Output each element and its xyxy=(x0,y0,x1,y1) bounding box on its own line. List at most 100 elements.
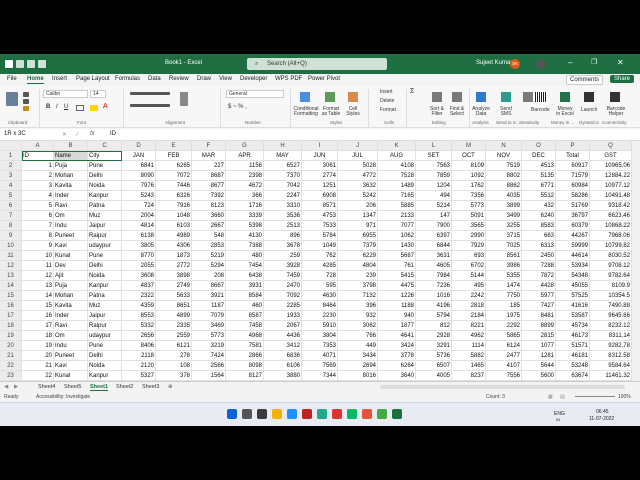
table-cell[interactable]: 766 xyxy=(338,331,378,341)
table-cell[interactable]: 4753 xyxy=(302,211,338,221)
table-cell[interactable]: 16 xyxy=(22,311,54,321)
column-header-G[interactable]: G xyxy=(226,141,264,151)
find-select-button[interactable]: Find & Select xyxy=(447,107,467,117)
tab-draw[interactable]: Draw xyxy=(197,76,211,82)
table-cell[interactable]: 53587 xyxy=(556,311,590,321)
column-header-Q[interactable]: Q xyxy=(590,141,632,151)
table-cell[interactable]: 8583 xyxy=(522,221,556,231)
table-cell[interactable]: Pune xyxy=(88,251,122,261)
table-cell[interactable]: 9282.78 xyxy=(590,341,632,351)
table-cell[interactable]: 2990 xyxy=(452,231,486,241)
column-header-H[interactable]: H xyxy=(264,141,302,151)
table-cell[interactable]: Inder xyxy=(54,191,88,201)
table-cell[interactable]: 2566 xyxy=(192,361,226,371)
table-cell[interactable]: 4359 xyxy=(122,301,156,311)
table-cell[interactable]: 13 xyxy=(22,281,54,291)
row-header[interactable]: 16 xyxy=(0,301,22,311)
table-cell[interactable]: 5885 xyxy=(378,201,416,211)
tab-view[interactable]: View xyxy=(219,76,232,82)
table-cell[interactable]: 3715 xyxy=(486,231,522,241)
table-cell[interactable]: Raipur xyxy=(88,321,122,331)
table-cell[interactable]: 8406 xyxy=(122,341,156,351)
table-cell[interactable]: 7427 xyxy=(522,301,556,311)
table-cell[interactable]: 6264 xyxy=(378,361,416,371)
table-cell[interactable]: 3921 xyxy=(192,291,226,301)
table-cell[interactable]: Ajit xyxy=(54,271,88,281)
table-cell[interactable]: 10965.06 xyxy=(590,161,632,171)
table-cell[interactable]: 1877 xyxy=(378,321,416,331)
format-painter-icon[interactable] xyxy=(23,106,29,111)
table-cell[interactable]: Delhi xyxy=(88,351,122,361)
table-cell[interactable]: 5773 xyxy=(452,201,486,211)
table-cell[interactable]: 971 xyxy=(338,221,378,231)
table-cell[interactable]: 36797 xyxy=(556,211,590,221)
edge-icon[interactable] xyxy=(287,409,297,419)
barcode-helper-icon[interactable] xyxy=(610,92,620,102)
header-cell-J[interactable]: JUL xyxy=(338,151,378,161)
table-cell[interactable]: 8899 xyxy=(522,321,556,331)
store-icon[interactable] xyxy=(347,409,357,419)
table-cell[interactable]: 4071 xyxy=(302,351,338,361)
tab-data[interactable]: Data xyxy=(148,76,161,82)
table-cell[interactable]: 3986 xyxy=(486,261,522,271)
cancel-icon[interactable]: ✕ xyxy=(62,131,67,138)
table-cell[interactable]: 5398 xyxy=(226,221,264,231)
table-cell[interactable]: 4306 xyxy=(156,241,192,251)
table-cell[interactable]: 4005 xyxy=(416,371,452,381)
row-header[interactable]: 7 xyxy=(0,211,22,221)
table-cell[interactable]: 6265 xyxy=(156,161,192,171)
header-cell-M[interactable]: OCT xyxy=(452,151,486,161)
table-cell[interactable]: 5865 xyxy=(486,331,522,341)
table-cell[interactable]: 2749 xyxy=(156,281,192,291)
table-cell[interactable]: 5794 xyxy=(416,311,452,321)
table-cell[interactable]: 8770 xyxy=(122,251,156,261)
column-header-E[interactable]: E xyxy=(156,141,192,151)
accessibility-status[interactable]: Accessibility: Investigate xyxy=(36,394,90,400)
table-cell[interactable]: Puja xyxy=(54,161,88,171)
table-cell[interactable]: 2184 xyxy=(452,311,486,321)
sheet-tab-1[interactable]: Sheet1 xyxy=(90,384,109,391)
table-cell[interactable]: 8 xyxy=(22,231,54,241)
table-cell[interactable]: 5644 xyxy=(522,361,556,371)
table-cell[interactable]: 7454 xyxy=(226,261,264,271)
table-cell[interactable]: 4672 xyxy=(226,181,264,191)
sensitivity-icon[interactable] xyxy=(523,92,533,102)
column-header-B[interactable]: B xyxy=(54,141,88,151)
row-header[interactable]: 5 xyxy=(0,191,22,201)
launch-icon[interactable] xyxy=(584,92,594,102)
table-cell[interactable]: 378 xyxy=(156,371,192,381)
table-cell[interactable]: 449 xyxy=(338,341,378,351)
table-cell[interactable]: 14 xyxy=(22,291,54,301)
table-cell[interactable]: 12884.22 xyxy=(590,171,632,181)
excel-icon[interactable] xyxy=(392,409,402,419)
table-cell[interactable]: 5294 xyxy=(192,261,226,271)
column-header-O[interactable]: O xyxy=(522,141,556,151)
table-cell[interactable]: 3255 xyxy=(486,221,522,231)
table-cell[interactable]: 9318.42 xyxy=(590,201,632,211)
money-excel-icon[interactable] xyxy=(560,92,570,102)
table-cell[interactable]: 11461.32 xyxy=(590,371,632,381)
formula-input[interactable]: ID xyxy=(110,131,116,137)
table-cell[interactable]: 2694 xyxy=(338,361,378,371)
table-cell[interactable]: 1 xyxy=(22,161,54,171)
table-cell[interactable]: Muz xyxy=(88,211,122,221)
table-cell[interactable]: 3062 xyxy=(338,321,378,331)
table-cell[interactable]: 10354.5 xyxy=(590,291,632,301)
sheet-tab-2[interactable]: Sheet2 xyxy=(116,384,133,390)
tab-page-layout[interactable]: Page Layout xyxy=(76,76,110,82)
table-cell[interactable]: 7916 xyxy=(156,201,192,211)
delete-cells-button[interactable]: Delete xyxy=(380,98,394,104)
column-header-C[interactable]: C xyxy=(88,141,122,151)
table-cell[interactable]: 8553 xyxy=(122,311,156,321)
font-name-select[interactable]: Calibri xyxy=(43,90,88,98)
table-cell[interactable]: Pune xyxy=(88,161,122,171)
table-cell[interactable]: 7528 xyxy=(378,171,416,181)
view-layout-icon[interactable]: ▤ xyxy=(560,394,565,400)
view-normal-icon[interactable]: ▦ xyxy=(548,394,553,400)
alignment-icons[interactable] xyxy=(130,92,170,95)
table-cell[interactable]: 41616 xyxy=(556,301,590,311)
header-cell-E[interactable]: FEB xyxy=(156,151,192,161)
table-cell[interactable]: 3310 xyxy=(264,201,302,211)
table-cell[interactable]: 2866 xyxy=(226,351,264,361)
table-cell[interactable]: 2292 xyxy=(486,321,522,331)
